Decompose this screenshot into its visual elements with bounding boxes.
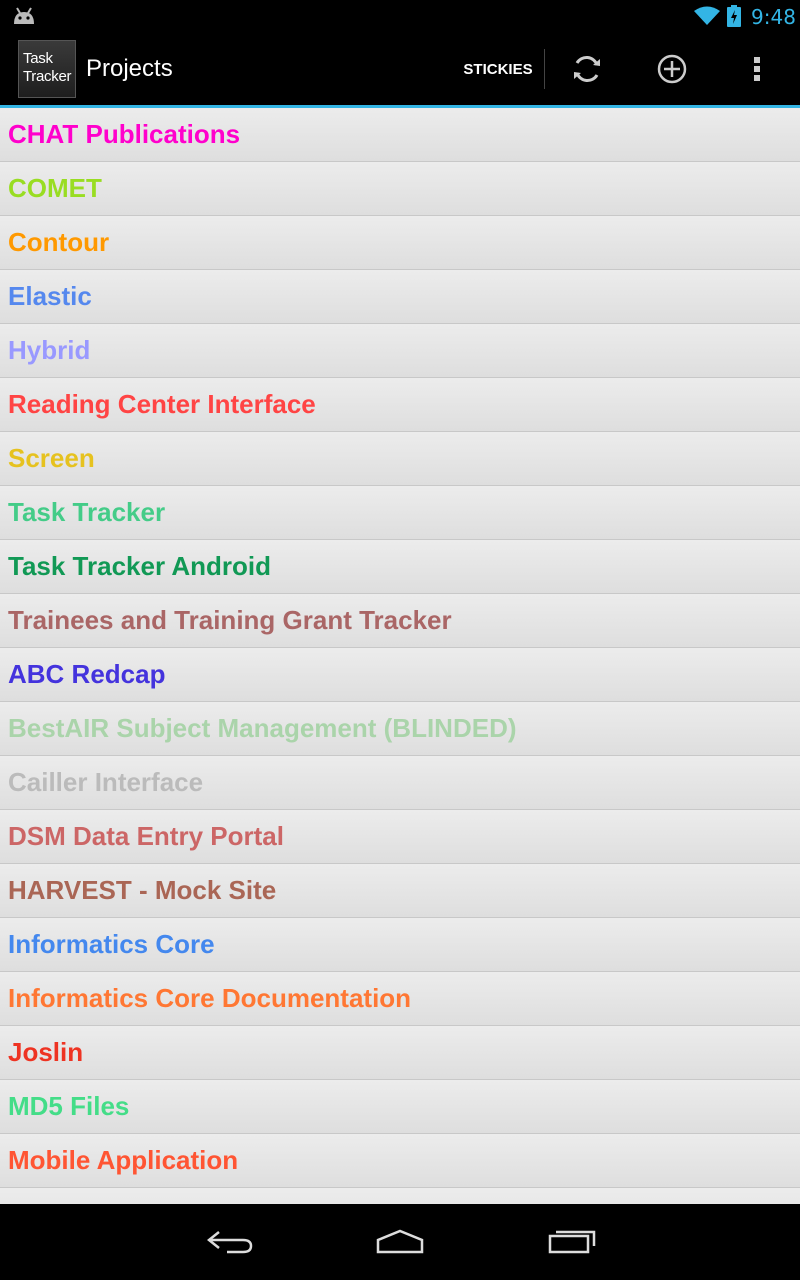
list-item[interactable]: Hybrid — [0, 324, 800, 378]
list-item[interactable] — [0, 1188, 800, 1204]
clock: 9:48 — [751, 5, 796, 29]
app-logo-line1: Task — [23, 50, 53, 67]
project-name: Contour — [8, 227, 110, 257]
add-icon[interactable] — [654, 51, 690, 87]
action-bar: Task Tracker Projects STICKIES — [0, 33, 800, 108]
project-name: HARVEST - Mock Site — [8, 875, 277, 905]
list-item[interactable]: DSM Data Entry Portal — [0, 810, 800, 864]
list-item[interactable]: Mobile Application — [0, 1134, 800, 1188]
list-item[interactable]: Joslin — [0, 1026, 800, 1080]
list-item[interactable]: COMET — [0, 162, 800, 216]
project-name: Mobile Application — [8, 1145, 239, 1175]
back-icon[interactable] — [205, 1226, 257, 1256]
wifi-icon — [694, 6, 720, 25]
project-name: DSM Data Entry Portal — [8, 821, 284, 851]
list-item[interactable]: Task Tracker Android — [0, 540, 800, 594]
refresh-icon[interactable] — [569, 51, 605, 87]
project-name: Trainees and Training Grant Tracker — [8, 605, 452, 635]
project-name: BestAIR Subject Management (BLINDED) — [8, 713, 517, 743]
project-name: Hybrid — [8, 335, 91, 365]
list-item[interactable]: Informatics Core Documentation — [0, 972, 800, 1026]
battery-icon — [727, 5, 741, 27]
project-name: ABC Redcap — [8, 659, 166, 689]
project-list[interactable]: CHAT Publications COMET Contour Elastic Hybr… — [0, 108, 800, 1204]
project-name: Cailler Interface — [8, 767, 204, 797]
stickies-button[interactable]: STICKIES — [452, 33, 544, 105]
status-bar: 9:48 — [0, 0, 800, 33]
list-item[interactable]: Trainees and Training Grant Tracker — [0, 594, 800, 648]
list-item[interactable]: Informatics Core — [0, 918, 800, 972]
app-logo-line2: Tracker — [23, 68, 72, 85]
list-item[interactable]: BestAIR Subject Management (BLINDED) — [0, 702, 800, 756]
list-item[interactable]: Cailler Interface — [0, 756, 800, 810]
project-name: Elastic — [8, 281, 92, 311]
list-item[interactable]: Contour — [0, 216, 800, 270]
list-item[interactable]: HARVEST - Mock Site — [0, 864, 800, 918]
project-name: Task Tracker Android — [8, 551, 271, 581]
list-item[interactable]: Elastic — [0, 270, 800, 324]
action-divider — [544, 49, 545, 89]
list-item[interactable]: MD5 Files — [0, 1080, 800, 1134]
list-item[interactable]: Reading Center Interface — [0, 378, 800, 432]
android-icon — [14, 7, 34, 24]
home-icon[interactable] — [374, 1226, 426, 1256]
recents-icon[interactable] — [546, 1226, 598, 1256]
project-name: Joslin — [8, 1037, 84, 1067]
project-name: CHAT Publications — [8, 119, 241, 149]
project-name: Informatics Core Documentation — [8, 983, 412, 1013]
project-name: Screen — [8, 443, 95, 473]
list-item[interactable]: Task Tracker — [0, 486, 800, 540]
list-item[interactable]: CHAT Publications — [0, 108, 800, 162]
navigation-bar — [0, 1204, 800, 1280]
project-name: COMET — [8, 173, 102, 203]
list-item[interactable]: ABC Redcap — [0, 648, 800, 702]
project-name: Task Tracker — [8, 497, 166, 527]
app-logo[interactable]: Task Tracker — [18, 40, 76, 98]
project-name: MD5 Files — [8, 1091, 130, 1121]
page-title: Projects — [86, 55, 173, 82]
overflow-menu-icon[interactable] — [739, 51, 775, 87]
project-name: Informatics Core — [8, 929, 215, 959]
list-item[interactable]: Screen — [0, 432, 800, 486]
project-name: Reading Center Interface — [8, 389, 316, 419]
